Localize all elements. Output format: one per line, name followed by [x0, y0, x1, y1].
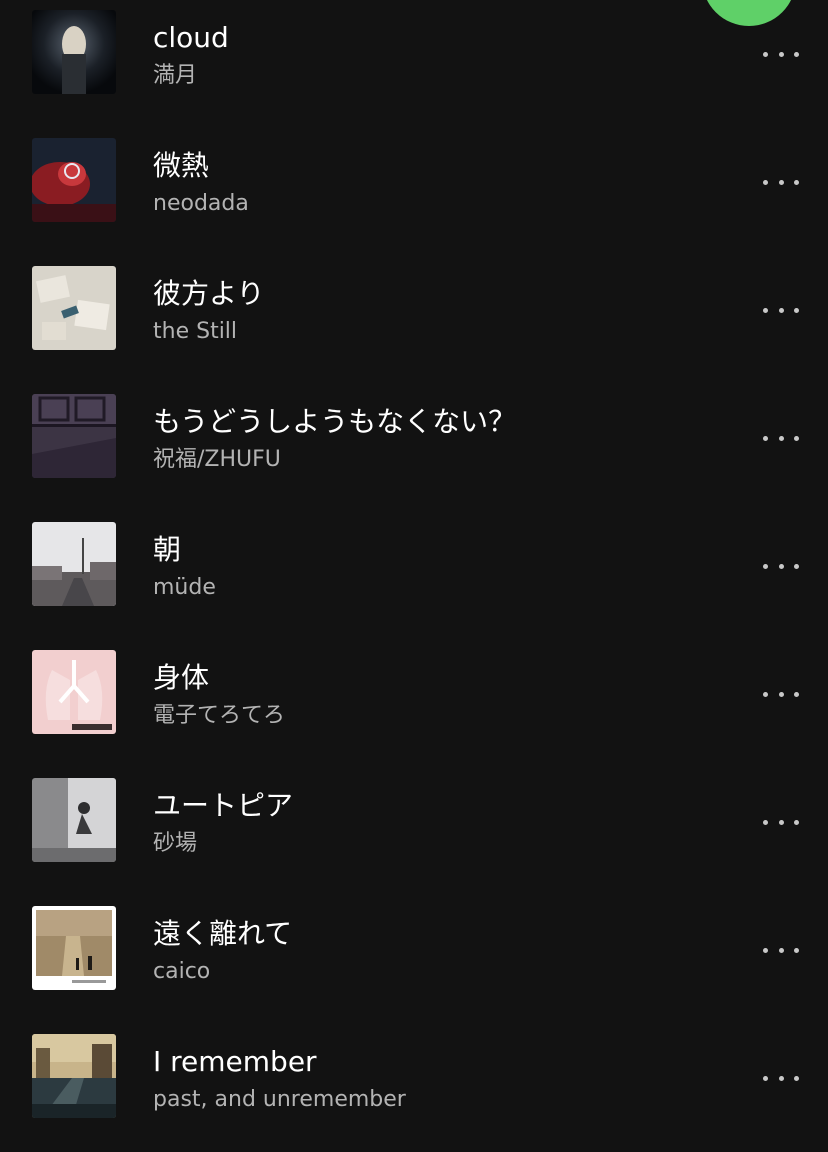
track-title: 朝: [153, 533, 182, 566]
track-artist: müde: [153, 575, 216, 600]
track-artist: 電子てろてろ: [153, 703, 286, 728]
more-options-icon[interactable]: [760, 168, 802, 196]
track-artist: 砂場: [153, 831, 198, 856]
track-row[interactable]: I remember past, and unremember: [0, 1024, 828, 1152]
album-art: [32, 1034, 116, 1118]
more-options-icon[interactable]: [760, 40, 802, 68]
track-row[interactable]: もうどうしようもなくない？ 祝福/ZHUFU: [0, 384, 828, 512]
more-options-icon[interactable]: [760, 808, 802, 836]
more-options-icon[interactable]: [760, 424, 802, 452]
more-options-icon[interactable]: [760, 680, 802, 708]
track-title: 遠く離れて: [153, 917, 293, 950]
album-art: [32, 10, 116, 94]
album-art: [32, 778, 116, 862]
album-art: [32, 266, 116, 350]
track-title: 微熱: [153, 149, 210, 182]
more-options-icon[interactable]: [760, 296, 802, 324]
track-title: I remember: [153, 1045, 317, 1078]
track-title: もうどうしようもなくない？: [153, 405, 517, 438]
track-artist: 祝福/ZHUFU: [153, 447, 281, 472]
track-artist: 満月: [153, 63, 198, 88]
album-art: [32, 650, 116, 734]
track-artist: past, and unremember: [153, 1087, 406, 1112]
more-options-icon[interactable]: [760, 552, 802, 580]
track-artist: the Still: [153, 319, 238, 344]
track-row[interactable]: 遠く離れて caico: [0, 896, 828, 1024]
album-art: [32, 906, 116, 990]
more-options-icon[interactable]: [760, 936, 802, 964]
track-row[interactable]: 朝 müde: [0, 512, 828, 640]
track-row[interactable]: 彼方より the Still: [0, 256, 828, 384]
track-title: cloud: [153, 21, 229, 54]
track-row[interactable]: cloud 満月: [0, 0, 828, 128]
track-artist: neodada: [153, 191, 249, 216]
track-artist: caico: [153, 959, 211, 984]
track-row[interactable]: 身体 電子てろてろ: [0, 640, 828, 768]
album-art: [32, 138, 116, 222]
track-row[interactable]: 微熱 neodada: [0, 128, 828, 256]
track-title: 身体: [153, 661, 210, 694]
track-row[interactable]: ユートピア 砂場: [0, 768, 828, 896]
album-art: [32, 522, 116, 606]
track-title: 彼方より: [153, 277, 265, 310]
more-options-icon[interactable]: [760, 1064, 802, 1092]
album-art: [32, 394, 116, 478]
track-title: ユートピア: [153, 789, 294, 822]
